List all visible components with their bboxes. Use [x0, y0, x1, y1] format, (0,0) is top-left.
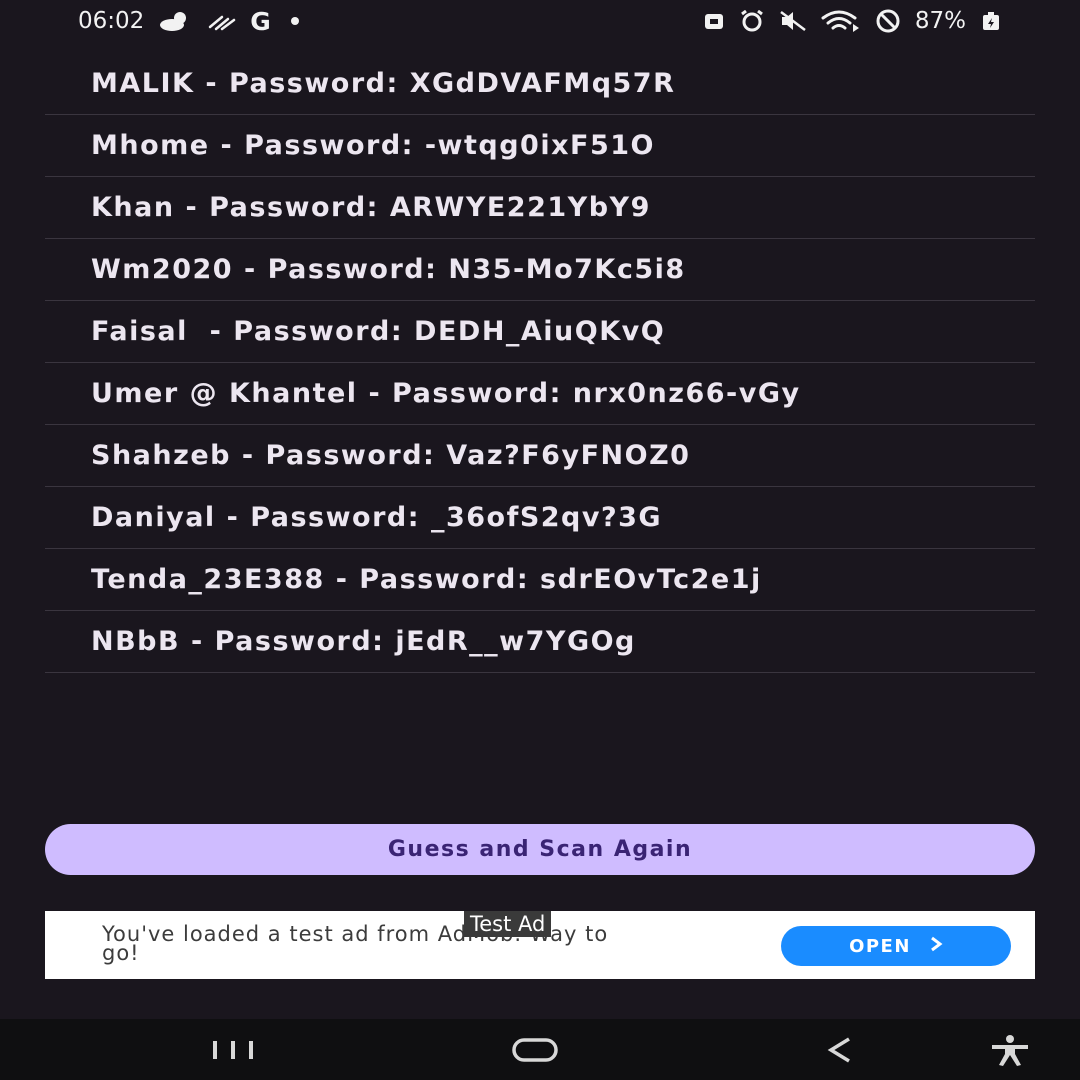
ad-banner[interactable]: You've loaded a test ad from AdMob. Way … — [45, 911, 1035, 979]
status-left: 06:02 G — [78, 7, 299, 36]
network-password-text: MALIK - Password: XGdDVAFMq57R — [91, 68, 676, 99]
battery-percent: 87% — [914, 8, 966, 34]
network-password-text: Tenda_23E388 - Password: sdrEOvTc2e1j — [91, 564, 762, 595]
network-password-text: Shahzeb - Password: Vaz?F6yFNOZ0 — [91, 440, 691, 471]
ad-open-label: OPEN — [849, 935, 911, 957]
notification-dot-icon — [290, 17, 299, 25]
accessibility-icon — [992, 1034, 1028, 1066]
network-password-text: Mhome - Password: -wtqg0ixF51O — [91, 130, 655, 161]
wifi-icon — [821, 10, 861, 32]
network-password-text: NBbB - Password: jEdR__w7YGOg — [91, 626, 636, 657]
mute-icon — [779, 10, 807, 32]
network-password-text: Faisal - Password: DEDH_AiuQKvQ — [91, 316, 666, 347]
list-item[interactable]: Umer @ Khantel - Password: nrx0nz66-vGy — [45, 363, 1035, 425]
back-icon — [827, 1037, 850, 1062]
list-item[interactable]: Wm2020 - Password: N35-Mo7Kc5i8 — [45, 239, 1035, 301]
weather-icon — [158, 10, 192, 32]
list-item[interactable]: Faisal - Password: DEDH_AiuQKvQ — [45, 301, 1035, 363]
accessibility-button[interactable] — [982, 1019, 1038, 1080]
list-item[interactable]: Shahzeb - Password: Vaz?F6yFNOZ0 — [45, 425, 1035, 487]
home-icon — [512, 1037, 558, 1062]
list-item[interactable]: Mhome - Password: -wtqg0ixF51O — [45, 115, 1035, 177]
status-time: 06:02 — [78, 8, 145, 34]
status-bar: 06:02 G 87% — [0, 0, 1080, 42]
recent-apps-button[interactable] — [200, 1019, 266, 1080]
network-password-text: Wm2020 - Password: N35-Mo7Kc5i8 — [91, 254, 686, 285]
status-right: 87% — [703, 8, 1002, 34]
alarm-icon — [739, 10, 765, 32]
back-button[interactable] — [810, 1019, 870, 1080]
navigation-bar — [0, 1019, 1080, 1080]
network-password-list: MALIK - Password: XGdDVAFMq57R Mhome - Pa… — [45, 53, 1035, 673]
test-ad-label: Test Ad — [464, 911, 552, 937]
list-item[interactable]: MALIK - Password: XGdDVAFMq57R — [45, 53, 1035, 115]
haze-icon — [206, 11, 236, 31]
network-password-text: Khan - Password: ARWYE221YbY9 — [91, 192, 651, 223]
do-not-disturb-icon — [875, 9, 901, 33]
google-icon: G — [250, 6, 271, 36]
network-password-text: Daniyal - Password: _36ofS2qv?3G — [91, 502, 663, 533]
recent-apps-icon — [213, 1040, 253, 1059]
list-item[interactable]: NBbB - Password: jEdR__w7YGOg — [45, 611, 1035, 673]
list-item[interactable]: Daniyal - Password: _36ofS2qv?3G — [45, 487, 1035, 549]
network-password-text: Umer @ Khantel - Password: nrx0nz66-vGy — [91, 378, 801, 409]
list-item[interactable]: Khan - Password: ARWYE221YbY9 — [45, 177, 1035, 239]
guess-and-scan-again-button[interactable]: Guess and Scan Again — [45, 824, 1035, 875]
ad-open-button[interactable]: OPEN — [781, 926, 1011, 966]
home-button[interactable] — [500, 1019, 570, 1080]
chevron-right-icon — [929, 936, 943, 957]
battery-icon — [980, 10, 1002, 32]
battery-saver-icon — [703, 11, 725, 31]
list-item[interactable]: Tenda_23E388 - Password: sdrEOvTc2e1j — [45, 549, 1035, 611]
